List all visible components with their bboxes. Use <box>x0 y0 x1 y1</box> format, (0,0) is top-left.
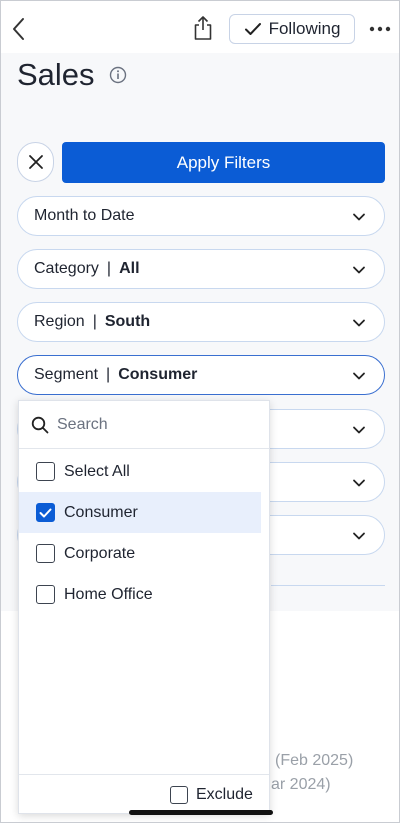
filter-region[interactable]: Region | South <box>17 302 385 342</box>
search-icon <box>31 416 49 433</box>
divider <box>271 585 385 586</box>
info-icon[interactable] <box>109 66 127 84</box>
chevron-down-icon <box>353 213 365 221</box>
filter-separator: | <box>92 313 97 330</box>
close-icon <box>28 155 43 169</box>
segment-dropdown: Select All Consumer Corporate Home Offic… <box>18 400 270 814</box>
checkbox[interactable] <box>36 585 55 604</box>
filter-separator: | <box>106 366 111 383</box>
filter-month-to-date[interactable]: Month to Date <box>17 196 385 236</box>
title-row: Sales <box>17 57 127 93</box>
option-label: Corporate <box>64 544 136 562</box>
option-corporate[interactable]: Corporate <box>19 533 261 574</box>
following-label: Following <box>268 19 341 38</box>
checkbox[interactable] <box>36 544 55 563</box>
filter-label: Month to Date <box>34 207 135 224</box>
exclude-checkbox[interactable] <box>170 786 188 804</box>
check-icon <box>39 508 52 517</box>
more-button[interactable] <box>365 17 395 41</box>
dropdown-footer: Exclude <box>19 774 269 814</box>
back-button[interactable] <box>7 15 31 43</box>
page-title: Sales <box>17 57 95 92</box>
share-button[interactable] <box>189 13 217 43</box>
chevron-down-icon <box>353 319 365 327</box>
filter-segment[interactable]: Segment | Consumer <box>17 355 385 395</box>
option-label: Home Office <box>64 585 153 603</box>
filter-value: Consumer <box>118 366 198 383</box>
exclude-label: Exclude <box>196 786 253 803</box>
chevron-down-icon <box>353 372 365 380</box>
option-label: Consumer <box>64 503 138 521</box>
filter-value: South <box>104 313 151 330</box>
option-consumer[interactable]: Consumer <box>19 492 261 533</box>
following-button[interactable]: Following <box>229 14 355 44</box>
apply-filters-button[interactable]: Apply Filters <box>62 142 385 183</box>
share-icon <box>194 16 212 40</box>
background-text: ar 2024) <box>271 776 331 793</box>
checkbox[interactable] <box>36 503 55 522</box>
option-label: Select All <box>64 462 130 480</box>
close-filters-button[interactable] <box>17 142 54 182</box>
chevron-down-icon <box>353 479 365 487</box>
dropdown-search <box>19 401 269 449</box>
home-indicator[interactable] <box>129 810 273 815</box>
filter-separator: | <box>106 260 112 277</box>
chevron-down-icon <box>353 532 365 540</box>
chevron-left-icon <box>13 18 24 40</box>
filter-label: Segment <box>34 366 99 383</box>
filter-label: Category <box>34 260 99 277</box>
more-horizontal-icon <box>369 26 391 32</box>
app-frame: Following Sales Apply Filters Month to D… <box>0 0 400 823</box>
filter-value: All <box>119 260 140 277</box>
option-home-office[interactable]: Home Office <box>19 574 261 615</box>
search-input[interactable] <box>57 415 247 434</box>
background-text: (Feb 2025) <box>275 752 354 769</box>
check-icon <box>244 23 261 35</box>
filter-category[interactable]: Category | All <box>17 249 385 289</box>
filter-label: Region <box>34 313 85 330</box>
top-bar: Following <box>1 1 399 53</box>
exclude-toggle[interactable]: Exclude <box>170 786 253 804</box>
chevron-down-icon <box>353 426 365 434</box>
option-select-all[interactable]: Select All <box>19 451 261 492</box>
checkbox[interactable] <box>36 462 55 481</box>
chevron-down-icon <box>353 266 365 274</box>
